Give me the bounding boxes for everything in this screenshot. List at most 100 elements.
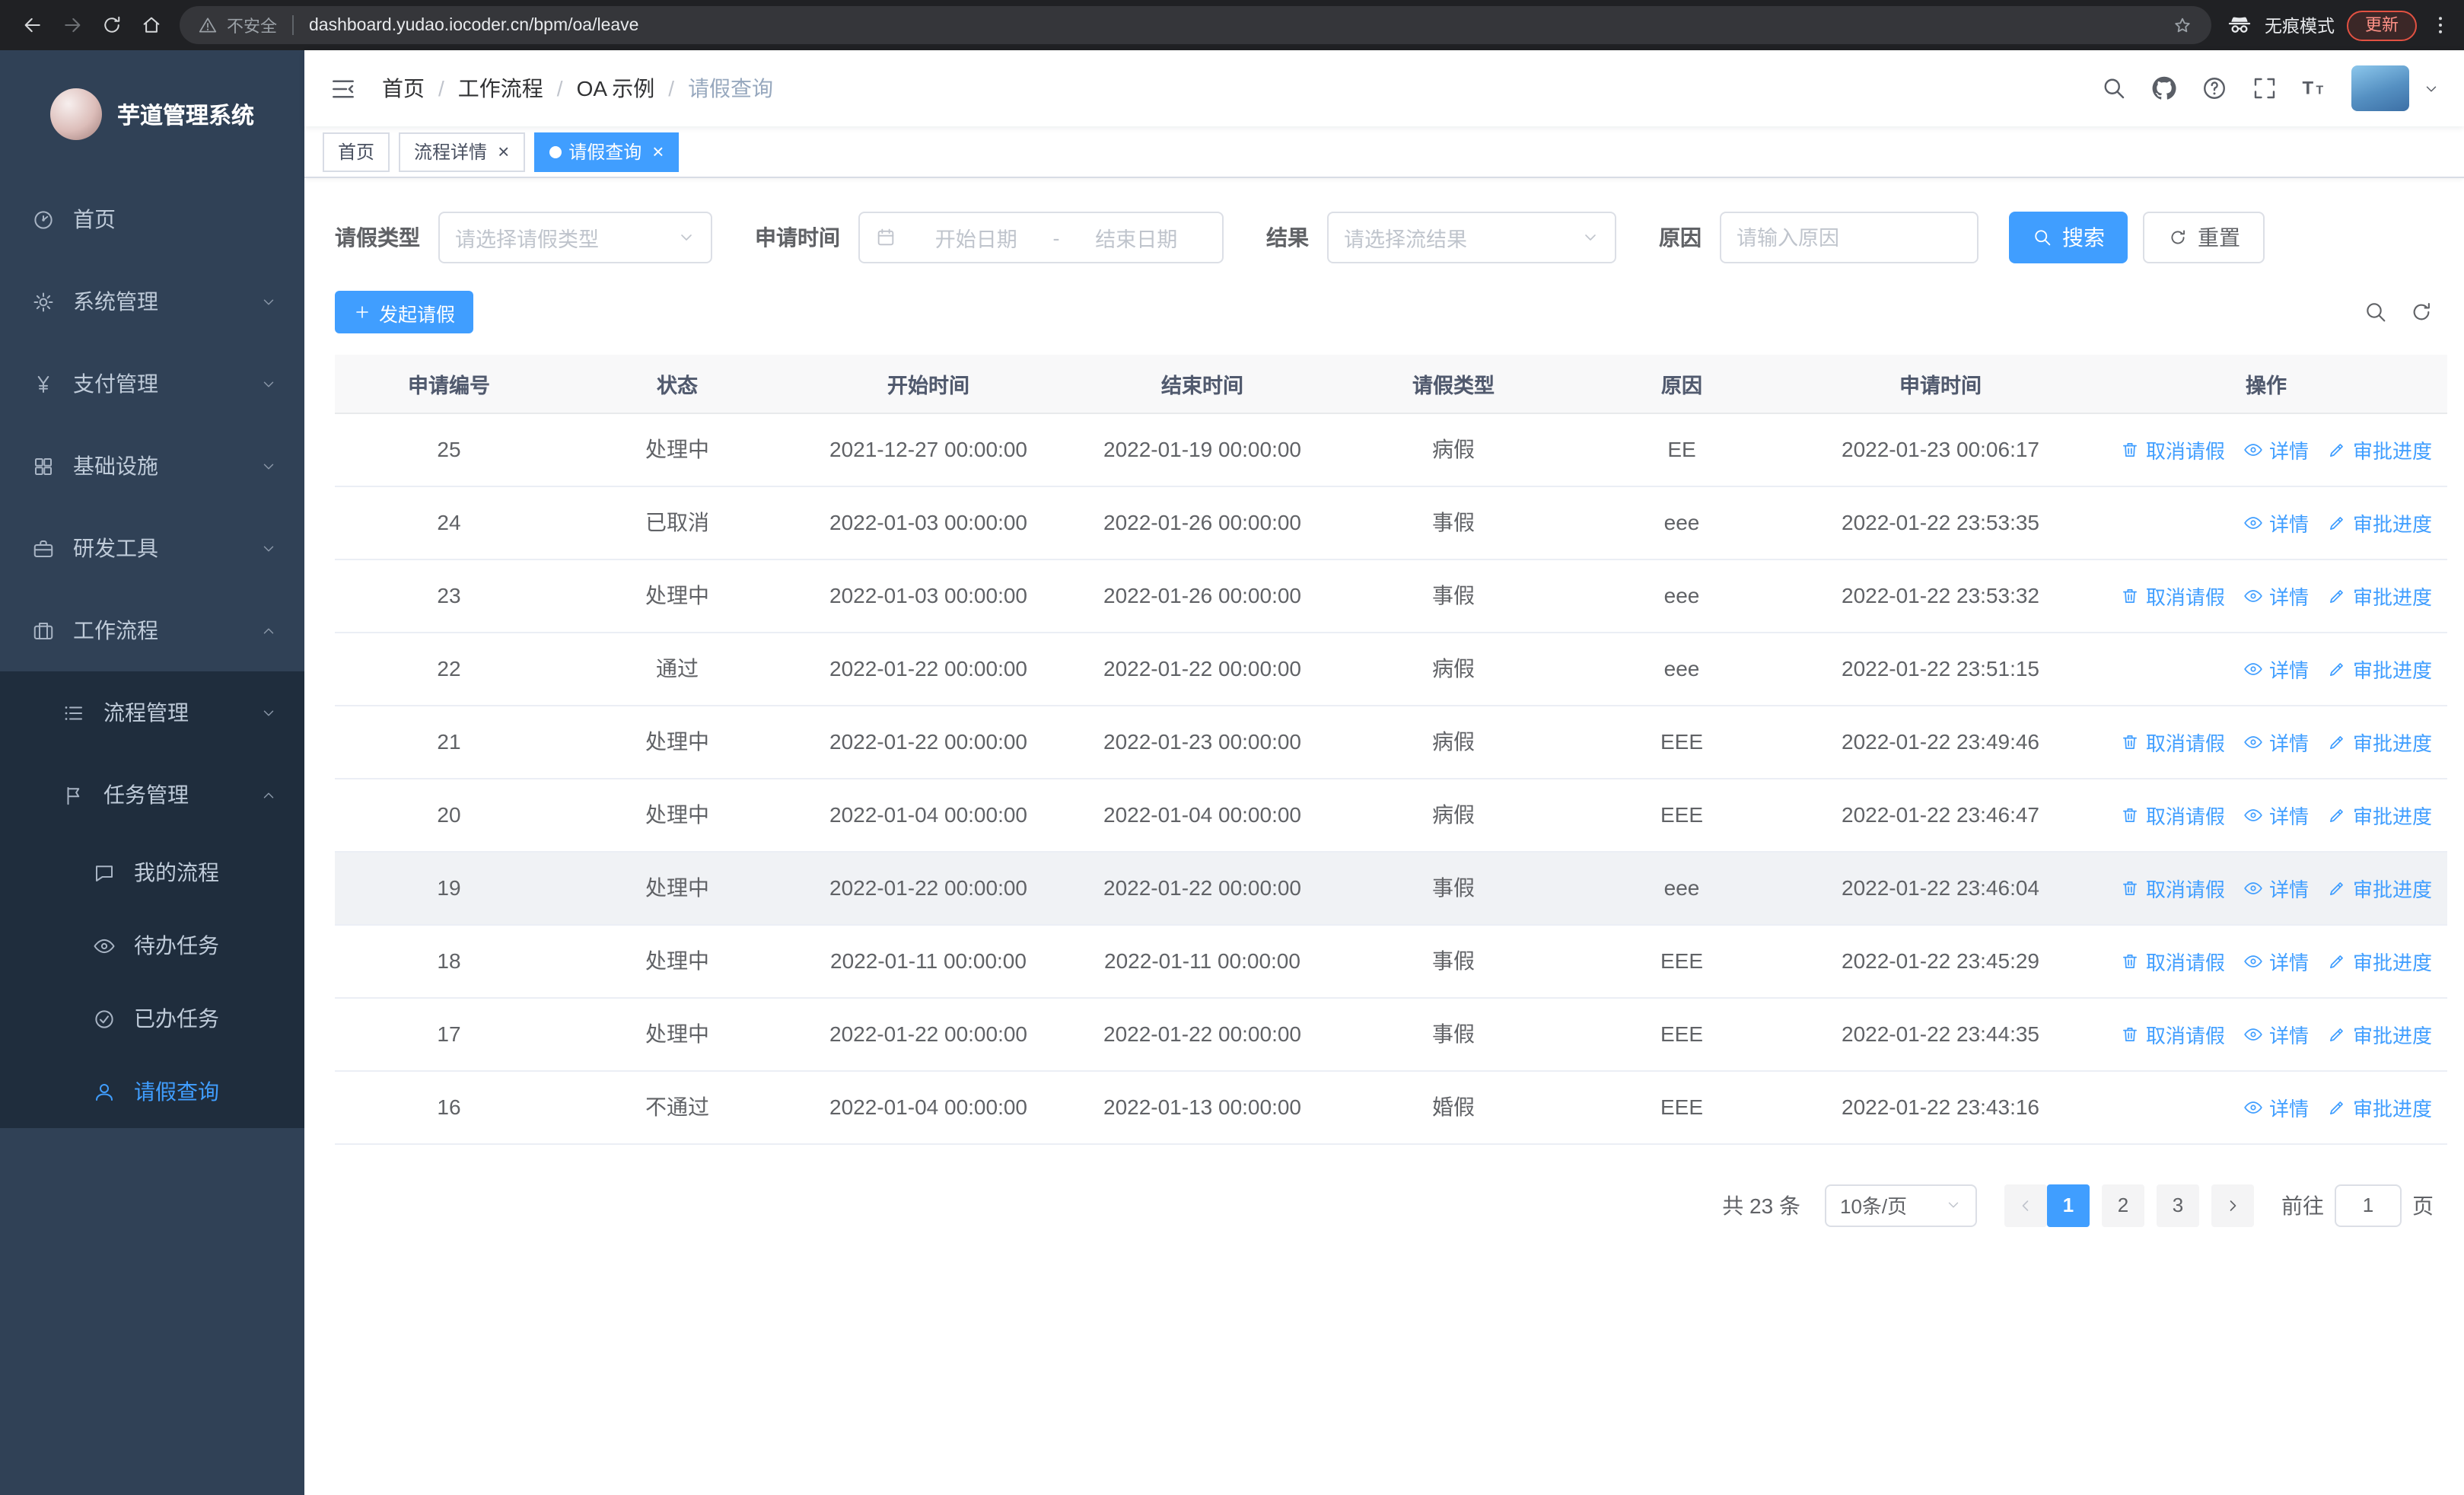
cancel-link[interactable]: 取消请假 (2120, 873, 2225, 902)
plus-icon (353, 303, 371, 321)
sidebar-item-task-mgmt[interactable]: 任务管理 (0, 754, 304, 836)
cell-leave-type: 病假 (1339, 778, 1568, 852)
detail-link[interactable]: 详情 (2243, 800, 2309, 829)
page-button-2[interactable]: 2 (2102, 1184, 2144, 1226)
sidebar-item-process-mgmt[interactable]: 流程管理 (0, 671, 304, 754)
tab-leave-query[interactable]: 请假查询 × (533, 132, 680, 171)
chevron-down-icon[interactable] (2423, 80, 2440, 97)
sidebar-item-home[interactable]: 首页 (0, 178, 304, 260)
progress-link[interactable]: 审批进度 (2327, 1092, 2432, 1121)
progress-link[interactable]: 审批进度 (2327, 508, 2432, 537)
cell-reason: EEE (1568, 924, 1796, 998)
github-icon[interactable] (2150, 75, 2178, 102)
leave-type-select[interactable]: 请选择请假类型 (438, 212, 712, 263)
cell-start-time: 2022-01-22 00:00:00 (791, 632, 1065, 706)
trash-icon (2120, 805, 2140, 824)
detail-link[interactable]: 详情 (2243, 1092, 2309, 1121)
sidebar-item-done-tasks[interactable]: 已办任务 (0, 982, 304, 1055)
next-page-button[interactable] (2211, 1184, 2254, 1226)
action-label: 取消请假 (2145, 951, 2225, 974)
progress-link[interactable]: 审批进度 (2327, 654, 2432, 683)
browser-menu-icon[interactable] (2429, 14, 2452, 37)
sidebar-item-infrastructure[interactable]: 基础设施 (0, 425, 304, 507)
tab-process-detail[interactable]: 流程详情 × (399, 132, 525, 171)
sidebar-item-todo-tasks[interactable]: 待办任务 (0, 909, 304, 982)
fullscreen-icon[interactable] (2251, 75, 2278, 102)
reload-icon[interactable] (91, 5, 131, 45)
hide-search-icon[interactable] (2364, 300, 2388, 324)
cell-start-time: 2022-01-03 00:00:00 (791, 486, 1065, 559)
chevron-down-icon (1581, 228, 1600, 247)
progress-link[interactable]: 审批进度 (2327, 946, 2432, 975)
page-button-1[interactable]: 1 (2047, 1184, 2090, 1226)
user-avatar[interactable] (2351, 65, 2409, 111)
sidebar-item-my-process[interactable]: 我的流程 (0, 836, 304, 909)
sidebar-item-workflow[interactable]: 工作流程 (0, 589, 304, 671)
detail-link[interactable]: 详情 (2243, 508, 2309, 537)
help-icon[interactable] (2201, 75, 2228, 102)
detail-link[interactable]: 详情 (2243, 946, 2309, 975)
cancel-link[interactable]: 取消请假 (2120, 727, 2225, 756)
detail-link[interactable]: 详情 (2243, 581, 2309, 610)
cell-start-time: 2022-01-22 00:00:00 (791, 705, 1065, 779)
close-icon[interactable]: × (652, 142, 664, 161)
sidebar-item-system-mgmt[interactable]: 系统管理 (0, 260, 304, 343)
create-leave-button[interactable]: 发起请假 (335, 291, 474, 333)
cell-id: 21 (335, 705, 563, 779)
detail-link[interactable]: 详情 (2243, 1019, 2309, 1048)
tab-bar: 首页 流程详情 × 请假查询 × (304, 126, 2464, 178)
gear-icon (32, 290, 55, 313)
edit-icon (2327, 1097, 2347, 1117)
table-row: 21 处理中 2022-01-22 00:00:00 2022-01-23 00:00… (335, 705, 2447, 779)
breadcrumb-item[interactable]: OA 示例 (577, 73, 655, 104)
result-select[interactable]: 请选择流结果 (1327, 212, 1616, 263)
menu-collapse-icon[interactable] (329, 74, 358, 103)
table-refresh-icon[interactable] (2409, 300, 2434, 324)
progress-link[interactable]: 审批进度 (2327, 873, 2432, 902)
reset-button[interactable]: 重置 (2143, 212, 2265, 263)
search-icon[interactable] (2100, 75, 2128, 102)
col-header-start-time: 开始时间 (791, 355, 1065, 413)
leave-type-placeholder: 请选择请假类型 (455, 228, 599, 251)
search-button[interactable]: 搜索 (2009, 212, 2128, 263)
cancel-link[interactable]: 取消请假 (2120, 581, 2225, 610)
progress-link[interactable]: 审批进度 (2327, 800, 2432, 829)
sidebar-item-leave-query[interactable]: 请假查询 (0, 1055, 304, 1128)
detail-link[interactable]: 详情 (2243, 654, 2309, 683)
back-icon[interactable] (12, 5, 52, 45)
prev-page-button[interactable] (2004, 1184, 2047, 1226)
reason-input[interactable] (1737, 226, 1962, 249)
sidebar-item-payment-mgmt[interactable]: 支付管理 (0, 343, 304, 425)
detail-link[interactable]: 详情 (2243, 873, 2309, 902)
goto-page-input[interactable] (2335, 1184, 2402, 1226)
detail-link[interactable]: 详情 (2243, 727, 2309, 756)
progress-link[interactable]: 审批进度 (2327, 581, 2432, 610)
cancel-link[interactable]: 取消请假 (2120, 800, 2225, 829)
cancel-link[interactable]: 取消请假 (2120, 946, 2225, 975)
cancel-link[interactable]: 取消请假 (2120, 435, 2225, 464)
page-size-select[interactable]: 10条/页 (1825, 1184, 1977, 1226)
update-button[interactable]: 更新 (2347, 10, 2417, 40)
font-size-icon[interactable]: TT (2301, 75, 2329, 102)
close-icon[interactable]: × (498, 142, 509, 161)
sidebar-item-label: 任务管理 (103, 783, 189, 807)
view-icon (2243, 658, 2263, 678)
cancel-link[interactable]: 取消请假 (2120, 1019, 2225, 1048)
search-icon (2032, 227, 2053, 248)
breadcrumb-item[interactable]: 工作流程 (458, 73, 543, 104)
progress-link[interactable]: 审批进度 (2327, 727, 2432, 756)
breadcrumb-item[interactable]: 首页 (382, 73, 425, 104)
forward-icon[interactable] (52, 5, 91, 45)
detail-link[interactable]: 详情 (2243, 435, 2309, 464)
apply-time-range-picker[interactable]: 开始日期 - 结束日期 (858, 212, 1224, 263)
bookmark-star-icon[interactable] (2172, 14, 2193, 36)
progress-link[interactable]: 审批进度 (2327, 1019, 2432, 1048)
sidebar-item-dev-tools[interactable]: 研发工具 (0, 507, 304, 589)
page-button-3[interactable]: 3 (2157, 1184, 2199, 1226)
home-icon[interactable] (131, 5, 170, 45)
view-icon (2243, 732, 2263, 751)
progress-link[interactable]: 审批进度 (2327, 435, 2432, 464)
address-bar[interactable]: 不安全 dashboard.yudao.iocoder.cn/bpm/oa/le… (180, 6, 2211, 44)
view-icon (2243, 878, 2263, 897)
tab-home[interactable]: 首页 (323, 132, 390, 171)
